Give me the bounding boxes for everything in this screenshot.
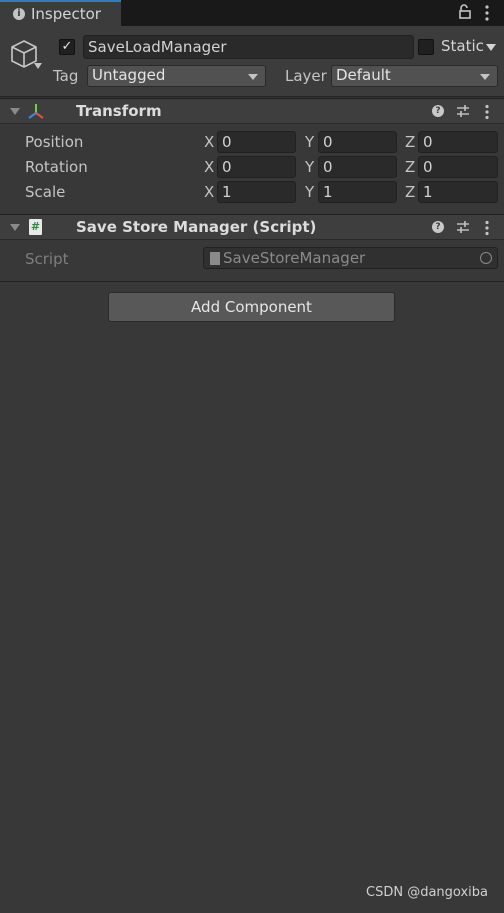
- component-menu-icon[interactable]: [484, 104, 490, 120]
- axis-z-label[interactable]: Z: [405, 158, 415, 176]
- presets-icon[interactable]: [456, 220, 470, 234]
- script-label: Script: [25, 250, 69, 268]
- layer-dropdown[interactable]: Default: [331, 65, 498, 87]
- tab-title: Inspector: [31, 5, 101, 23]
- axis-y-label[interactable]: Y: [305, 183, 314, 201]
- gameobject-name-field[interactable]: SaveLoadManager: [83, 35, 414, 59]
- active-checkbox[interactable]: ✓: [59, 39, 75, 55]
- tab-menu-icon[interactable]: [484, 4, 490, 22]
- tag-label: Tag: [53, 67, 79, 85]
- static-dropdown-icon[interactable]: [486, 44, 496, 51]
- position-z-field[interactable]: 0: [418, 131, 498, 153]
- help-icon[interactable]: ?: [432, 105, 444, 117]
- static-checkbox[interactable]: [418, 39, 434, 55]
- component-menu-icon[interactable]: [484, 220, 490, 236]
- position-y-field[interactable]: 0: [318, 131, 397, 153]
- help-icon[interactable]: ?: [432, 221, 444, 233]
- axis-x-label[interactable]: X: [204, 133, 214, 151]
- layer-value: Default: [336, 66, 391, 84]
- rotation-x-field[interactable]: 0: [217, 156, 296, 178]
- chevron-down-icon[interactable]: [34, 63, 42, 69]
- info-icon: i: [13, 8, 25, 20]
- foldout-arrow-icon[interactable]: [10, 224, 20, 231]
- rotation-y-field[interactable]: 0: [318, 156, 397, 178]
- axis-z-label[interactable]: Z: [405, 183, 415, 201]
- scale-label: Scale: [25, 183, 66, 201]
- transform-axes-icon: [28, 104, 44, 119]
- lock-icon[interactable]: [458, 4, 472, 20]
- rotation-z-field[interactable]: 0: [418, 156, 498, 178]
- script-object-field: SaveStoreManager: [203, 247, 498, 269]
- scale-y-field[interactable]: 1: [318, 181, 397, 203]
- chevron-down-icon: [480, 74, 490, 80]
- scale-x-field[interactable]: 1: [217, 181, 296, 203]
- scale-z-field[interactable]: 1: [418, 181, 498, 203]
- watermark: CSDN @dangoxiba: [366, 885, 488, 900]
- position-label: Position: [25, 133, 84, 151]
- axis-y-label[interactable]: Y: [305, 158, 314, 176]
- tag-value: Untagged: [92, 66, 166, 84]
- script-component-title: Save Store Manager (Script): [76, 218, 317, 236]
- tab-inspector[interactable]: i Inspector: [0, 0, 121, 26]
- transform-header[interactable]: Transform ?: [0, 98, 504, 124]
- axis-x-label[interactable]: X: [204, 158, 214, 176]
- add-component-button[interactable]: Add Component: [108, 292, 395, 322]
- script-value: SaveStoreManager: [223, 249, 366, 267]
- divider: [0, 281, 504, 282]
- static-label[interactable]: Static: [441, 37, 484, 55]
- presets-icon[interactable]: [456, 104, 470, 118]
- axis-x-label[interactable]: X: [204, 183, 214, 201]
- axis-z-label[interactable]: Z: [405, 133, 415, 151]
- csharp-script-icon: #: [29, 219, 42, 235]
- object-picker-icon: [480, 252, 492, 264]
- script-component-header[interactable]: # Save Store Manager (Script) ?: [0, 214, 504, 240]
- chevron-down-icon: [248, 74, 258, 80]
- transform-title: Transform: [76, 102, 162, 120]
- layer-label: Layer: [285, 67, 327, 85]
- tab-bar: i Inspector: [0, 0, 504, 26]
- axis-y-label[interactable]: Y: [305, 133, 314, 151]
- tag-dropdown[interactable]: Untagged: [87, 65, 266, 87]
- position-x-field[interactable]: 0: [217, 131, 296, 153]
- foldout-arrow-icon[interactable]: [10, 108, 20, 115]
- rotation-label: Rotation: [25, 158, 88, 176]
- script-file-icon: [210, 252, 220, 265]
- gameobject-header: ✓ SaveLoadManager Static Tag Untagged La…: [0, 26, 504, 97]
